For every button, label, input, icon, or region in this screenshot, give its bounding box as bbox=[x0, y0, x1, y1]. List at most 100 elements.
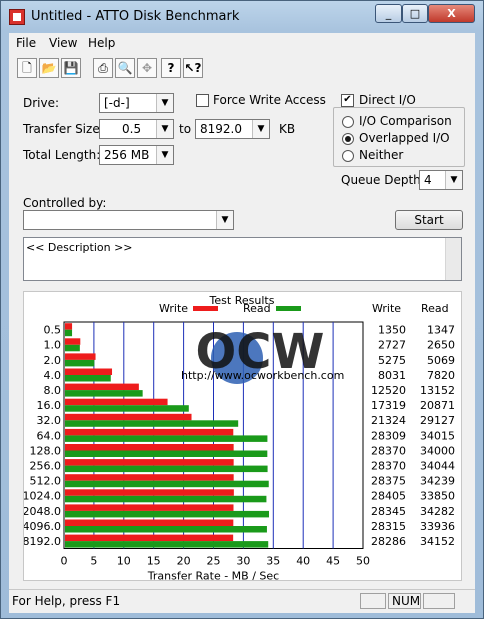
read-value-label: 13152 bbox=[420, 384, 455, 397]
move-icon[interactable]: ✥ bbox=[137, 58, 157, 78]
write-value-label: 28345 bbox=[371, 505, 406, 518]
bar-read bbox=[65, 510, 270, 518]
transfer-from-select[interactable]: 0.5 ▼ bbox=[99, 119, 174, 139]
menu-file[interactable]: File bbox=[16, 36, 36, 50]
x-tick-label: 40 bbox=[296, 555, 310, 568]
bar-read bbox=[65, 450, 268, 457]
bar-write bbox=[65, 368, 113, 375]
results-chart: Test ResultsWrite Read Write ReadOCWhttp://… bbox=[23, 294, 456, 583]
column-header-read: Read bbox=[421, 302, 449, 315]
controlled-by-label: Controlled by: bbox=[23, 196, 107, 210]
help-icon[interactable]: ? bbox=[161, 58, 181, 78]
bar-write bbox=[65, 519, 234, 526]
main-panel: Drive: [-d-] ▼ Force Write Access Transf… bbox=[9, 81, 475, 589]
category-label: 1024.0 bbox=[24, 490, 61, 503]
x-tick-label: 30 bbox=[236, 555, 250, 568]
total-length-select[interactable]: 256 MB ▼ bbox=[99, 145, 174, 165]
bar-read bbox=[65, 541, 269, 548]
window-title: Untitled - ATTO Disk Benchmark bbox=[31, 9, 240, 24]
print-preview-icon[interactable]: 🔍 bbox=[115, 58, 135, 78]
write-value-label: 5275 bbox=[378, 354, 406, 367]
transfer-to-select[interactable]: 8192.0 ▼ bbox=[195, 119, 270, 139]
read-value-label: 5069 bbox=[427, 354, 455, 367]
read-value-label: 34000 bbox=[420, 444, 455, 457]
bar-write bbox=[65, 353, 96, 360]
write-value-label: 28309 bbox=[371, 429, 406, 442]
bar-read bbox=[65, 480, 269, 488]
new-icon[interactable]: 🗋 bbox=[17, 58, 37, 78]
category-label: 1.0 bbox=[44, 339, 62, 352]
bar-write bbox=[65, 474, 234, 481]
chevron-down-icon: ▼ bbox=[252, 120, 269, 138]
bar-write bbox=[65, 323, 73, 330]
overlapped-io-label: Overlapped I/O bbox=[359, 131, 450, 145]
bar-write bbox=[65, 398, 168, 406]
overlapped-io-radio[interactable] bbox=[342, 133, 354, 145]
bar-write bbox=[65, 383, 139, 391]
read-value-label: 29127 bbox=[420, 414, 455, 427]
context-help-icon[interactable]: ↖? bbox=[183, 58, 203, 78]
write-value-label: 8031 bbox=[378, 369, 406, 382]
io-comparison-radio[interactable] bbox=[342, 116, 354, 128]
controlled-by-select[interactable]: ▼ bbox=[23, 210, 234, 230]
save-icon[interactable]: 💾 bbox=[61, 58, 81, 78]
chevron-down-icon: ▼ bbox=[156, 94, 173, 112]
x-tick-label: 50 bbox=[356, 555, 370, 568]
queue-depth-select[interactable]: 4 ▼ bbox=[419, 170, 463, 190]
force-write-label: Force Write Access bbox=[213, 93, 326, 107]
drive-select[interactable]: [-d-] ▼ bbox=[99, 93, 174, 113]
write-value-label: 28370 bbox=[371, 459, 406, 472]
start-button[interactable]: Start bbox=[395, 210, 463, 230]
legend-write-swatch bbox=[193, 306, 218, 311]
category-label: 4.0 bbox=[44, 369, 62, 382]
x-tick-label: 20 bbox=[177, 555, 191, 568]
description-textarea[interactable]: << Description >> bbox=[23, 237, 462, 281]
neither-radio[interactable] bbox=[342, 150, 354, 162]
category-label: 16.0 bbox=[37, 399, 62, 412]
test-results-panel: Test Results Write Read Write Read OCW http://… bbox=[23, 291, 462, 583]
bar-write bbox=[65, 489, 234, 496]
x-tick-label: 35 bbox=[266, 555, 280, 568]
bar-read bbox=[65, 420, 239, 427]
bar-write bbox=[65, 428, 234, 436]
x-tick-label: 5 bbox=[90, 555, 97, 568]
minimize-button[interactable]: _ bbox=[375, 4, 402, 23]
bar-read bbox=[65, 344, 80, 352]
chevron-down-icon: ▼ bbox=[445, 171, 462, 189]
write-value-label: 12520 bbox=[371, 384, 406, 397]
category-label: 64.0 bbox=[37, 429, 62, 442]
legend-write-label: Write bbox=[159, 302, 188, 315]
open-icon[interactable]: 📂 bbox=[39, 58, 59, 78]
menu-help[interactable]: Help bbox=[88, 36, 115, 50]
title-bar[interactable]: Untitled - ATTO Disk Benchmark _ □ X bbox=[1, 1, 483, 33]
bar-read bbox=[65, 435, 268, 442]
kb-label: KB bbox=[279, 122, 296, 136]
read-value-label: 33936 bbox=[420, 520, 455, 533]
category-label: 256.0 bbox=[30, 459, 62, 472]
bar-read bbox=[65, 375, 111, 382]
bar-read bbox=[65, 526, 267, 533]
legend-read-label: Read bbox=[243, 302, 271, 315]
bar-write bbox=[65, 338, 81, 345]
total-length-label: Total Length: bbox=[23, 148, 101, 162]
toolbar: 🗋 📂 💾 ⎙ 🔍 ✥ ? ↖? bbox=[9, 55, 475, 82]
print-icon[interactable]: ⎙ bbox=[93, 58, 113, 78]
direct-io-checkbox[interactable]: ✔ bbox=[341, 94, 354, 107]
app-window: Untitled - ATTO Disk Benchmark _ □ X Fil… bbox=[0, 0, 484, 619]
status-num: NUM bbox=[388, 593, 421, 609]
write-value-label: 28286 bbox=[371, 535, 406, 548]
drive-label: Drive: bbox=[23, 96, 60, 110]
bar-write bbox=[65, 459, 234, 466]
menu-view[interactable]: View bbox=[49, 36, 77, 50]
category-label: 2048.0 bbox=[24, 505, 61, 518]
write-value-label: 21324 bbox=[371, 414, 406, 427]
transfer-from-value: 0.5 bbox=[122, 122, 142, 136]
watermark-url: http://www.ocworkbench.com bbox=[181, 369, 344, 382]
close-button[interactable]: X bbox=[428, 4, 475, 23]
read-value-label: 33850 bbox=[420, 490, 455, 503]
bar-write bbox=[65, 413, 192, 421]
force-write-checkbox[interactable] bbox=[196, 94, 209, 107]
description-scrollbar[interactable] bbox=[445, 238, 461, 280]
maximize-button[interactable]: □ bbox=[402, 4, 428, 23]
neither-label: Neither bbox=[359, 148, 404, 162]
